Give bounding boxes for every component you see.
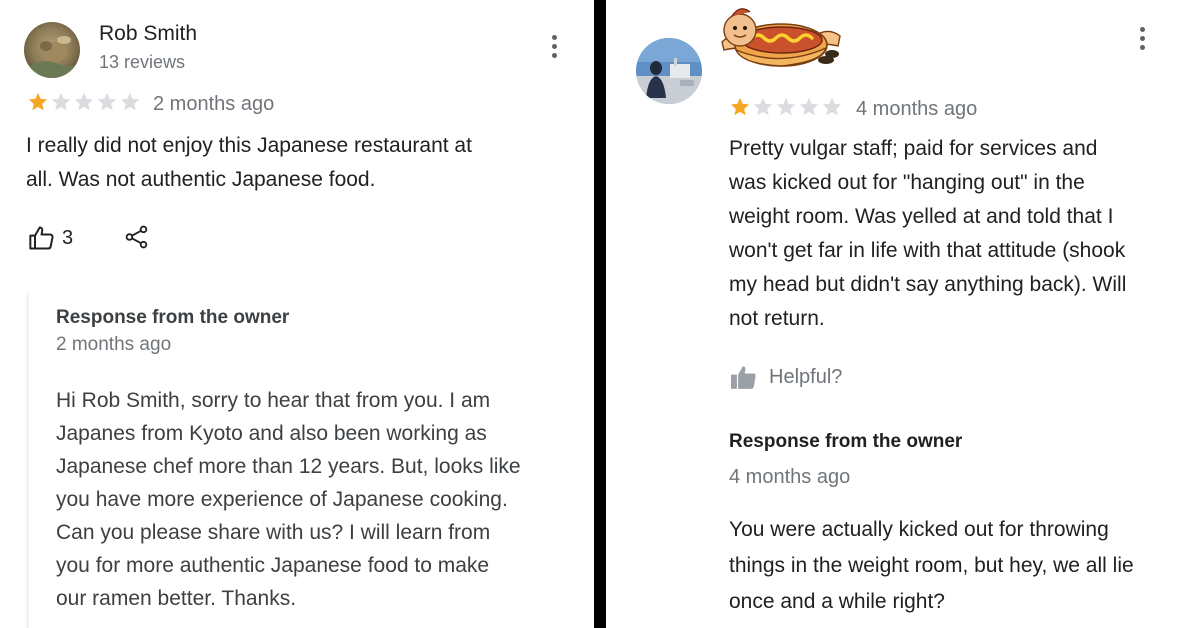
star-filled-icon <box>28 92 48 111</box>
review-text: Pretty vulgar staff; paid for services a… <box>729 132 1189 336</box>
more-options-button[interactable] <box>1132 22 1152 54</box>
star-empty-icon <box>120 92 140 111</box>
owner-response-line: You were actually kicked out for throwin… <box>729 518 1109 541</box>
star-empty-icon <box>74 92 94 111</box>
owner-response-line: once and a while right? <box>729 590 945 613</box>
thumb-up-outline-icon <box>29 226 54 250</box>
like-button[interactable]: 3 <box>28 224 73 252</box>
review-text-line: I really did not enjoy this Japanese res… <box>26 134 472 157</box>
more-vert-icon <box>551 34 557 40</box>
review-text-line: won't get far in life with that attitude… <box>729 239 1126 262</box>
share-icon <box>125 225 148 249</box>
star-rating <box>27 91 141 113</box>
star-empty-icon <box>51 92 71 111</box>
like-count: 3 <box>62 226 74 249</box>
owner-response-title: Response from the owner <box>729 431 963 452</box>
reviewer-review-count[interactable]: 13 reviews <box>99 52 185 73</box>
review-date: 2 months ago <box>153 93 275 115</box>
review-text: I really did not enjoy this Japanese res… <box>26 129 586 197</box>
helpful-button[interactable]: Helpful? <box>729 364 842 390</box>
owner-response-text: Hi Rob Smith, sorry to hear that from yo… <box>56 384 586 615</box>
star-empty-icon <box>753 97 773 116</box>
more-options-button[interactable] <box>544 30 564 62</box>
more-vert-icon <box>1139 26 1145 32</box>
star-empty-icon <box>799 97 819 116</box>
owner-response-date: 4 months ago <box>729 466 851 488</box>
star-empty-icon <box>822 97 842 116</box>
star-empty-icon <box>97 92 117 111</box>
star-empty-icon <box>776 97 796 116</box>
screenshot-canvas: Rob Smith 13 reviews 2 months ago I real… <box>0 0 1200 628</box>
review-text-line: all. Was not authentic Japanese food. <box>26 168 376 191</box>
star-rating <box>729 96 843 118</box>
share-button[interactable] <box>124 224 150 255</box>
review-text-line: my head but didn't say anything back). W… <box>729 273 1127 296</box>
reviewer-avatar[interactable] <box>636 38 702 104</box>
owner-response-line: things in the weight room, but hey, we a… <box>729 554 1134 577</box>
reviewer-avatar[interactable] <box>24 22 80 78</box>
owner-response-text: You were actually kicked out for throwin… <box>729 512 1189 620</box>
helpful-label: Helpful? <box>769 365 843 388</box>
owner-response-date: 2 months ago <box>56 334 172 355</box>
reviewer-name[interactable]: Rob Smith <box>99 22 197 46</box>
review-text-line: weight room. Was yelled at and told that… <box>729 205 1114 228</box>
thumb-up-filled-icon <box>731 366 756 389</box>
star-filled-icon <box>730 97 750 116</box>
right-review-card: 4 months ago Pretty vulgar staff; paid f… <box>606 0 1200 628</box>
owner-response-line: Japanese chef more than 12 years. But, l… <box>56 455 521 478</box>
panel-divider <box>594 0 606 628</box>
owner-response-line: you for more authentic Japanese food to … <box>56 554 490 577</box>
review-text-line: not return. <box>729 307 825 330</box>
owner-response-line: Hi Rob Smith, sorry to hear that from yo… <box>56 389 491 412</box>
owner-response-line: you have more experience of Japanese coo… <box>56 488 508 511</box>
owner-response-line: our ramen better. Thanks. <box>56 587 297 610</box>
hot-dog-costume-sticker <box>718 2 844 84</box>
owner-response-indent-bar <box>26 293 29 628</box>
owner-response-line: Can you please share with us? I will lea… <box>56 521 491 544</box>
review-text-line: Pretty vulgar staff; paid for services a… <box>729 137 1098 160</box>
owner-response-line: Japanes from Kyoto and also been working… <box>56 422 487 445</box>
left-review-card: Rob Smith 13 reviews 2 months ago I real… <box>0 0 594 628</box>
owner-response-title: Response from the owner <box>56 307 290 328</box>
review-text-line: was kicked out for "hanging out" in the <box>729 171 1085 194</box>
review-date: 4 months ago <box>856 98 978 120</box>
